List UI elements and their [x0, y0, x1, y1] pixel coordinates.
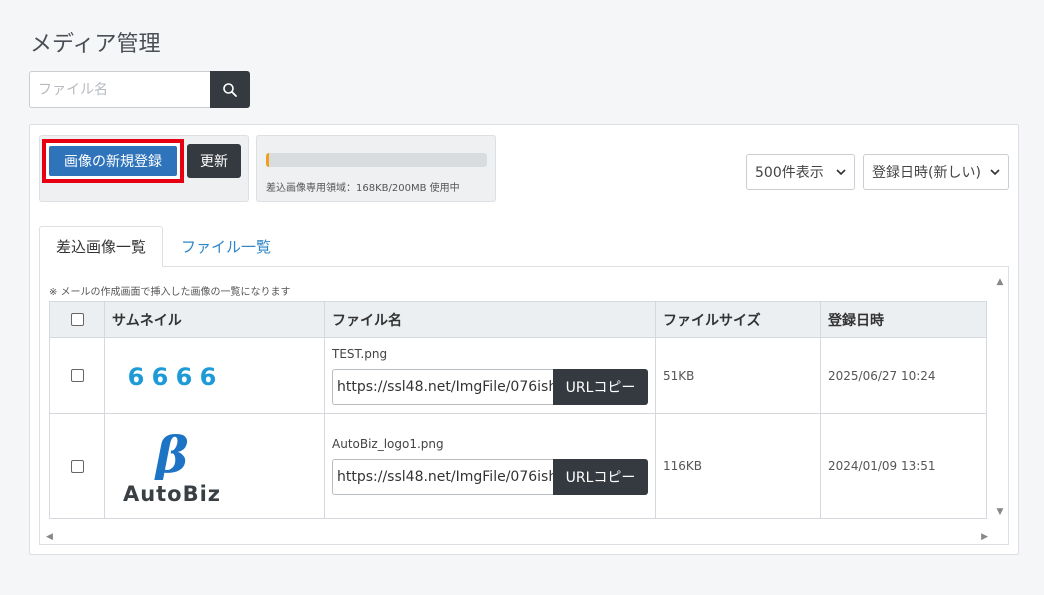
- table-header-row: サムネイル ファイル名 ファイルサイズ 登録日時: [49, 301, 987, 338]
- scroll-up-icon[interactable]: ▲: [997, 277, 1004, 287]
- column-header: ファイル名: [324, 301, 656, 338]
- thumbnail-image: β AutoBiz: [112, 426, 232, 506]
- chevron-down-icon: [836, 168, 846, 175]
- file-size-cell: 51KB: [655, 337, 821, 414]
- select-all-cell: [49, 301, 105, 338]
- url-copy-button[interactable]: URLコピー: [553, 368, 648, 405]
- url-field[interactable]: https://ssl48.net/ImgFile/076ishi: [332, 368, 553, 405]
- svg-text:6: 6: [152, 364, 169, 388]
- thumbnail-cell: 6 6 6 6: [104, 337, 325, 414]
- search-button[interactable]: [210, 71, 250, 108]
- row-checkbox[interactable]: [70, 369, 84, 382]
- sort-select[interactable]: 登録日時(新しい): [863, 154, 1009, 190]
- thumbnail-image: 6 6 6 6: [112, 364, 317, 388]
- column-header: サムネイル: [104, 301, 325, 338]
- balloon-icon: 6: [152, 364, 169, 388]
- vertical-scrollbar[interactable]: ▲ ▼: [992, 277, 1008, 517]
- balloon-icon: 6: [200, 364, 217, 388]
- autobiz-logo-icon: β: [153, 426, 188, 480]
- chevron-down-icon: [990, 168, 1000, 175]
- search-icon: [223, 82, 237, 97]
- new-image-button-highlight: 画像の新規登録: [42, 139, 184, 183]
- media-table: サムネイル ファイル名 ファイルサイズ 登録日時 6 6 6 6 TEST.pn…: [49, 301, 987, 519]
- page-title: メディア管理: [30, 32, 161, 57]
- row-checkbox[interactable]: [70, 459, 84, 473]
- action-box: 画像の新規登録 更新: [39, 135, 249, 202]
- date-cell: 2025/06/27 10:24: [820, 337, 987, 414]
- tab-bar: 差込画像一覧 ファイル一覧: [39, 226, 287, 267]
- svg-text:6: 6: [176, 364, 193, 388]
- count-select-value: 500件表示: [755, 165, 824, 181]
- url-group: https://ssl48.net/ImgFile/076ishi URLコピー: [332, 368, 648, 405]
- filename-cell: AutoBiz_logo1.png https://ssl48.net/ImgF…: [324, 413, 656, 519]
- column-header: ファイルサイズ: [655, 301, 821, 338]
- url-group: https://ssl48.net/ImgFile/076ishi URLコピー: [332, 459, 648, 495]
- url-copy-button[interactable]: URLコピー: [553, 459, 648, 495]
- sort-select-value: 登録日時(新しい): [872, 165, 981, 181]
- filename-cell: TEST.png https://ssl48.net/ImgFile/076is…: [324, 337, 656, 414]
- storage-progress-fill: [266, 153, 269, 167]
- tab-embedded-images[interactable]: 差込画像一覧: [39, 226, 164, 267]
- file-name: AutoBiz_logo1.png: [332, 437, 444, 451]
- file-size-cell: 116KB: [655, 413, 821, 519]
- row-select-cell: [49, 413, 105, 519]
- svg-text:β: β: [153, 426, 188, 480]
- tab-content: ※ メールの作成画面で挿入した画像の一覧になります サムネイル ファイル名 ファ…: [39, 266, 1009, 545]
- balloon-icon: 6: [128, 364, 145, 388]
- table-row: 6 6 6 6 TEST.png https://ssl48.net/ImgFi…: [49, 337, 987, 414]
- new-image-button[interactable]: 画像の新規登録: [49, 146, 177, 176]
- row-select-cell: [49, 337, 105, 414]
- scroll-down-icon[interactable]: ▼: [997, 507, 1004, 517]
- list-note: ※ メールの作成画面で挿入した画像の一覧になります: [49, 287, 291, 298]
- refresh-button[interactable]: 更新: [187, 144, 241, 178]
- count-select[interactable]: 500件表示: [746, 154, 855, 190]
- media-panel: 画像の新規登録 更新 差込画像専用領域：168KB/200MB 使用中 500件…: [29, 124, 1019, 555]
- url-field[interactable]: https://ssl48.net/ImgFile/076ishi: [332, 459, 553, 495]
- thumbnail-cell: β AutoBiz: [104, 413, 325, 519]
- table-row: β AutoBiz AutoBiz_logo1.png https://ssl4…: [49, 413, 987, 519]
- tab-files[interactable]: ファイル一覧: [163, 226, 287, 267]
- search-bar: [29, 71, 250, 108]
- svg-text:6: 6: [200, 364, 217, 388]
- svg-text:6: 6: [128, 364, 145, 388]
- logo-text: AutoBiz: [122, 482, 222, 506]
- balloon-icon: 6: [176, 364, 193, 388]
- column-header: 登録日時: [820, 301, 987, 338]
- horizontal-scrollbar[interactable]: ◀ ▶: [40, 530, 994, 544]
- scroll-right-icon[interactable]: ▶: [981, 532, 988, 542]
- storage-box: 差込画像専用領域：168KB/200MB 使用中: [256, 135, 496, 202]
- select-all-checkbox[interactable]: [70, 313, 84, 326]
- date-cell: 2024/01/09 13:51: [820, 413, 987, 519]
- storage-label: 差込画像専用領域：168KB/200MB 使用中: [266, 183, 460, 194]
- file-name: TEST.png: [332, 346, 388, 361]
- search-input[interactable]: [29, 71, 210, 108]
- storage-progress-bar: [266, 153, 487, 167]
- scroll-left-icon[interactable]: ◀: [46, 532, 53, 542]
